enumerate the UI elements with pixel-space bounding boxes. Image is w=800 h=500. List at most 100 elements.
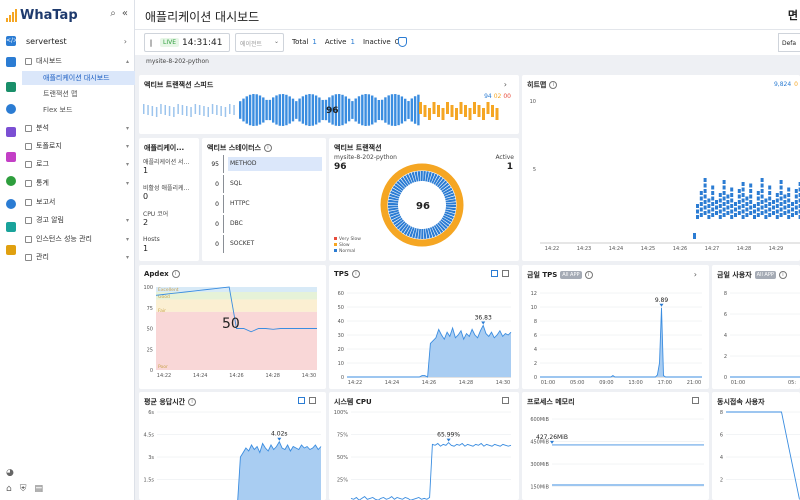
header-right-text[interactable]: 면 <box>788 7 798 23</box>
speed-slow-dot <box>428 108 431 120</box>
rail-database-icon[interactable] <box>6 127 16 137</box>
menu-report[interactable]: 보고서 <box>22 195 135 209</box>
speed-dot <box>400 96 404 124</box>
speed-dot <box>314 95 318 125</box>
speed-dot <box>308 94 311 126</box>
speed-slow-dot <box>446 102 449 114</box>
speed-dot <box>281 94 285 126</box>
speed-dot <box>181 105 184 115</box>
rail-kubernetes-icon[interactable] <box>6 104 16 114</box>
y-tick-label: 50% <box>337 455 348 461</box>
menu-statistics[interactable]: 통계 ▾ <box>22 176 135 190</box>
speed-dot <box>321 99 324 121</box>
home-icon[interactable]: ⌂ <box>6 484 12 494</box>
heatmap-cell <box>715 200 718 204</box>
search-icon[interactable]: ⌕ <box>110 8 116 19</box>
speed-dot <box>245 96 248 124</box>
agent-select[interactable]: 에이전트 ⌄ <box>235 33 284 52</box>
menu-analysis[interactable]: 분석 ▾ <box>22 121 135 135</box>
whatap-logo[interactable]: WhaTap <box>6 7 78 23</box>
apdex-value: 50 <box>222 316 240 332</box>
rail-server-icon[interactable] <box>6 245 16 255</box>
summary-value: 0 <box>143 192 149 201</box>
y-tick-label: 1.5s <box>143 478 154 484</box>
daily-users-chart: 8 6 4 2 0 01:00 05: <box>724 291 800 386</box>
peak-marker <box>481 321 486 325</box>
menu-transaction-map[interactable]: 트랜잭션 맵 <box>22 87 135 101</box>
menu-management[interactable]: 관리 ▾ <box>22 250 135 264</box>
info-icon[interactable]: i <box>263 144 272 152</box>
heatmap-cell <box>791 202 794 206</box>
analysis-icon <box>25 124 32 132</box>
menu-log[interactable]: 로그 ▾ <box>22 157 135 171</box>
menu-alert[interactable]: 경고 알림 ▾ <box>22 213 135 227</box>
book-icon[interactable]: ▤ <box>34 484 43 494</box>
speed-dot <box>311 94 314 126</box>
status-row[interactable]: 95 METHOD <box>207 155 322 173</box>
speed-slow-dot <box>432 102 436 114</box>
heatmap-cell <box>699 191 703 195</box>
apdex-chart: ExcellentGoodFairPoor100755025014:22 14:2… <box>143 285 317 379</box>
pause-icon[interactable]: ‖ <box>145 39 157 47</box>
summary-value: 1 <box>143 244 149 253</box>
daily-tps-chart: 12 10 8 6 4 2 0 01:00 05:00 09:00 13:00 17:00 21:00 9… <box>531 291 702 386</box>
heatmap-cell <box>779 180 783 184</box>
heatmap-cell <box>707 209 711 214</box>
donut-legend: Very Slow Slow Normal <box>334 236 361 254</box>
heatmap-cell <box>737 189 741 193</box>
toolbar: ‖ LIVE 14:31:41 에이전트 ⌄ Total 1 Active 1 In… <box>135 30 800 55</box>
status-row[interactable]: 0 DBC <box>207 215 322 233</box>
heatmap-cell <box>768 196 772 201</box>
heatmap-cell <box>749 205 753 210</box>
rail-cloud-icon[interactable] <box>6 199 16 209</box>
live-time-control[interactable]: ‖ LIVE 14:31:41 <box>144 33 230 52</box>
shield-icon[interactable]: ⛨ <box>20 484 27 494</box>
apdex-band <box>156 291 317 300</box>
rail-log-icon[interactable] <box>6 152 16 162</box>
shield-icon[interactable] <box>398 37 407 47</box>
statistics-icon <box>25 179 32 187</box>
speed-dot <box>239 101 242 119</box>
speed-dot <box>413 96 417 124</box>
rail-dashboard-icon[interactable] <box>6 57 16 67</box>
speed-dot <box>248 94 252 126</box>
collapse-sidebar-icon[interactable]: « <box>122 8 128 19</box>
speed-dot <box>380 99 384 121</box>
chevron-down-icon: ▾ <box>125 235 129 243</box>
heatmap-card: 히트맵 i 9,824 0 5 10 14:22 14:23 14:24 14:25 14:2… <box>522 75 800 261</box>
status-row[interactable]: 0 SQL <box>207 175 322 193</box>
heatmap-cell <box>737 211 741 215</box>
process-memory-card: 프로세스 메모리 600MiB 450MiB 300MiB 150MiB 427.26M… <box>522 392 709 500</box>
status-row[interactable]: 0 HTTPC <box>207 195 322 213</box>
heatmap-cell <box>699 202 703 206</box>
series-line <box>726 411 800 500</box>
app-summary-card: 애플리케이... 애플리케이션 서... 1 비활성 애플리케... 0 CPU… <box>139 138 199 261</box>
y-tick-label: 0 <box>150 368 153 374</box>
status-row[interactable]: 0 SOCKET <box>207 235 322 253</box>
menu-flex-board[interactable]: Flex 보드 <box>22 103 135 117</box>
menu-instance-perf[interactable]: 인스턴스 성능 관리 ▾ <box>22 232 135 246</box>
rail-browser-icon[interactable] <box>6 222 16 232</box>
paint-bucket-icon[interactable]: ◕ <box>6 468 14 478</box>
x-tick-label: 14:30 <box>496 380 510 386</box>
y-tick-label: 100 <box>143 285 153 291</box>
default-select[interactable]: Defa <box>778 33 800 52</box>
rail-apm-icon[interactable] <box>6 82 16 92</box>
speed-dot <box>347 98 351 122</box>
menu-dashboard[interactable]: 대시보드 ▴ <box>22 54 135 68</box>
speed-dot <box>155 107 158 117</box>
heatmap-cell <box>760 211 764 215</box>
heatmap-cell <box>703 211 707 215</box>
y-tick-label: 5 <box>533 167 536 173</box>
project-selector[interactable]: </> servertest › <box>0 32 135 50</box>
menu-app-dashboard[interactable]: 애플리케이션 대시보드 <box>22 71 135 85</box>
rail-network-icon[interactable] <box>6 176 16 186</box>
apdex-band <box>156 299 317 312</box>
heatmap-cell <box>787 215 791 219</box>
peak-label: 36.83 <box>475 314 492 321</box>
report-icon <box>25 198 32 206</box>
heatmap-cell <box>791 213 794 217</box>
heatmap-cell <box>760 183 764 188</box>
speed-dot <box>341 94 344 126</box>
menu-topology[interactable]: 토폴로지 ▾ <box>22 139 135 153</box>
